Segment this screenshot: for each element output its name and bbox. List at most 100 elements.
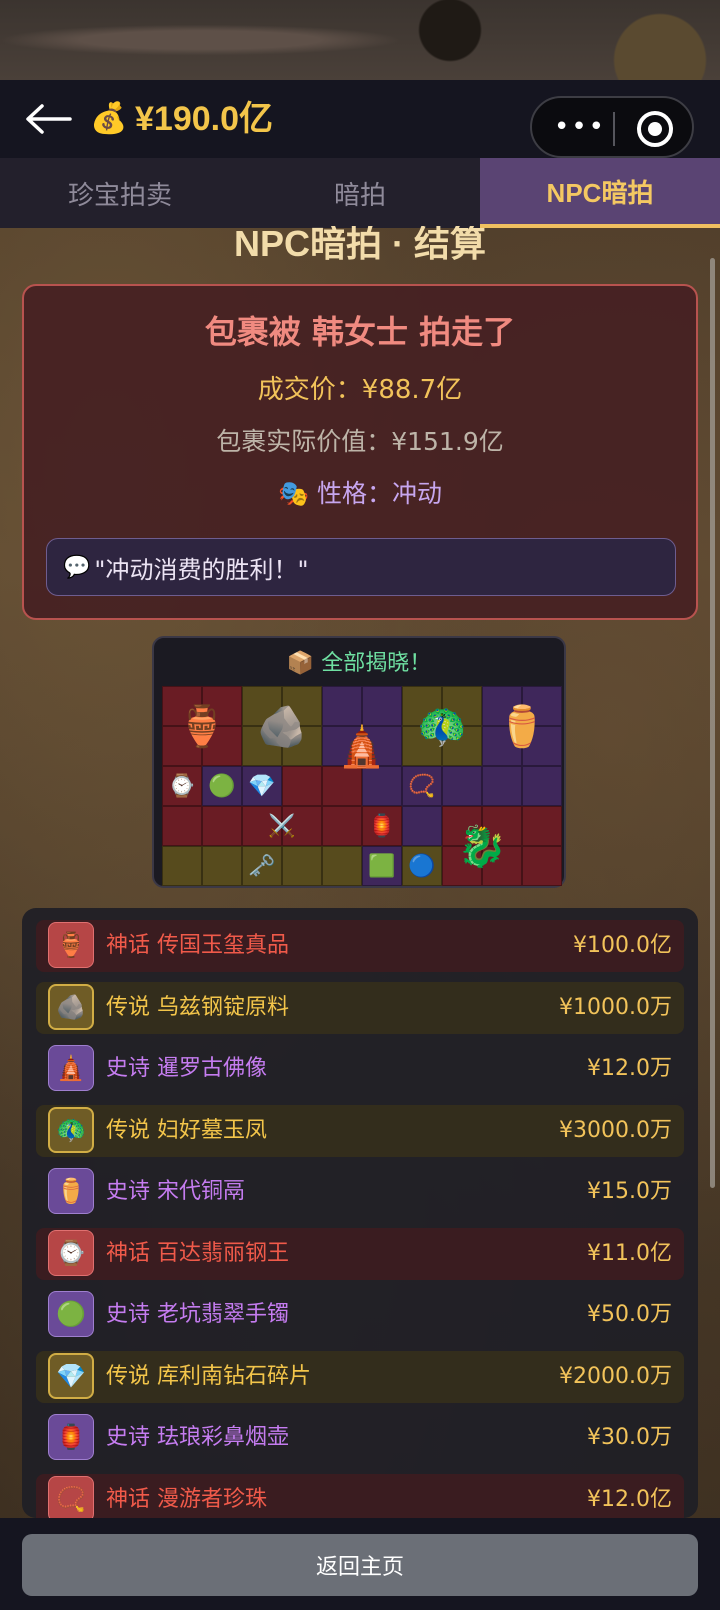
package-icon: 📦 [286,651,315,676]
money-bag-icon: 💰 [90,101,128,136]
item-name: 史诗 珐琅彩鼻烟壶 [106,1412,289,1464]
item-icon: 📿 [48,1475,94,1518]
item-rarity: 史诗 [106,1179,151,1204]
tab-bar: 珍宝拍卖 暗拍 NPC暗拍 [0,158,720,228]
top-background-photo [0,0,720,80]
grid-item-icon: 📿 [408,773,436,799]
grid-item-icon: 🐉 [457,823,507,870]
section-title-text: NPC暗拍 · 结算 [233,226,486,262]
list-item[interactable]: ⚱️ 史诗 宋代铜鬲 ¥15.0万 [36,1166,684,1218]
item-icon: 🛕 [48,1045,94,1091]
grid-item-icon: ⚔️ [268,813,296,839]
item-name: 神话 漫游者珍珠 [106,1474,267,1519]
money-balance: ¥190.0亿 [135,100,273,138]
grid-cell [402,806,442,846]
scrollbar[interactable] [710,258,715,1188]
grid-cell [162,846,202,886]
grid-item-icon: ⚱️ [497,703,547,750]
item-price: ¥3000.0万 [559,1117,672,1143]
arrow-left-icon[interactable] [24,102,72,136]
grid-item-icon: 🦚 [417,703,467,750]
tab-treasure-auction[interactable]: 珍宝拍卖 [0,158,240,228]
tab-blind-auction[interactable]: 暗拍 [240,158,480,228]
list-item[interactable]: 🪨 传说 乌兹钢锭原料 ¥1000.0万 [36,981,684,1034]
grid-item-icon: 🏺 [177,703,227,750]
list-item[interactable]: ⌚ 神话 百达翡丽钢王 ¥11.0亿 [36,1227,684,1280]
grid-cell [282,766,322,806]
item-icon: 🦚 [48,1106,94,1153]
item-rarity: 神话 [106,1486,151,1512]
item-title: 珐琅彩鼻烟壶 [157,1425,290,1450]
section-title: 🎭NPC暗拍 · 结算 [0,226,720,262]
grid-item-icon: 🗝️ [248,853,276,879]
list-item[interactable]: 🏮 史诗 珐琅彩鼻烟壶 ¥30.0万 [36,1412,684,1464]
more-icon[interactable]: ••• [554,114,606,140]
item-title: 乌兹钢锭原料 [157,994,290,1020]
grid-cell [522,766,562,806]
grid-item-icon: 💎 [248,773,276,799]
target-icon[interactable] [637,111,673,147]
reveal-title: 📦 全部揭晓！ [154,650,564,678]
item-list: 🏺 神话 传国玉玺真品 ¥100.0亿 🪨 传说 乌兹钢锭原料 ¥1000.0万 🛕 史诗 暹… [22,908,698,1518]
item-icon: ⌚ [48,1229,94,1276]
list-item[interactable]: 💎 传说 库利南钻石碎片 ¥2000.0万 [36,1350,684,1403]
item-price: ¥15.0万 [587,1179,672,1204]
deal-price: 成交价：¥88.7亿 [257,375,463,405]
reveal-title-text: 全部揭晓！ [321,651,432,676]
grid-cell [482,766,522,806]
item-title: 暹罗古佛像 [157,1056,268,1081]
return-home-button[interactable]: 返回主页 [22,1534,698,1596]
theater-mask-icon: 🎭 [277,479,310,508]
grid-cell [282,846,322,886]
item-price: ¥12.0亿 [587,1486,672,1512]
item-price: ¥50.0万 [587,1302,672,1327]
mini-program-capsule: ••• [530,96,694,158]
grid-item-icon: 🛕 [337,723,387,770]
result-card: 包裹被 韩女士 拍走了 成交价：¥88.7亿 包裹实际价值：¥151.9亿 🎭 … [22,284,698,620]
grid-item-icon: 🟢 [208,773,236,799]
item-rarity: 史诗 [106,1302,151,1327]
grid-cell [442,766,482,806]
item-name: 神话 传国玉玺真品 [106,920,289,972]
item-name: 史诗 老坑翡翠手镯 [106,1289,289,1341]
reveal-panel: 📦 全部揭晓！ 🏺 🪨 🛕 🦚 ⚱️ ⌚ 🟢 💎 📿 🏮 ⚔️ 🗝️ 🟩 🔵 🐉 [152,636,566,888]
item-name: 史诗 暹罗古佛像 [106,1043,267,1095]
grid-item-icon: ⌚ [168,773,196,799]
list-item[interactable]: 📿 神话 漫游者珍珠 ¥12.0亿 [36,1473,684,1519]
grid-item-icon: 🪨 [257,703,307,750]
grid-cell [322,806,362,846]
item-title: 妇好墓玉凤 [157,1117,268,1143]
item-rarity: 传说 [106,1363,151,1389]
speech-bubble-icon: 💬 [63,554,91,580]
tab-npc-blind-auction[interactable]: NPC暗拍 [480,158,720,228]
item-title: 漫游者珍珠 [157,1486,268,1512]
item-icon: 🏮 [48,1414,94,1460]
item-title: 宋代铜鬲 [157,1179,246,1204]
item-title: 传国玉玺真品 [157,933,290,958]
item-title: 库利南钻石碎片 [157,1363,312,1389]
item-rarity: 传说 [106,994,151,1020]
item-name: 传说 乌兹钢锭原料 [106,982,289,1034]
list-item[interactable]: 🦚 传说 妇好墓玉凤 ¥3000.0万 [36,1104,684,1157]
personality-text: 性格：冲动 [317,479,443,508]
list-item[interactable]: 🛕 史诗 暹罗古佛像 ¥12.0万 [36,1043,684,1095]
item-price: ¥100.0亿 [573,933,672,958]
item-title: 老坑翡翠手镯 [157,1302,290,1327]
quote-text: "冲动消费的胜利！" [94,555,309,584]
footer-bar: 返回主页 [0,1518,720,1610]
real-value: 包裹实际价值：¥151.9亿 [216,427,504,456]
grid-cell [162,806,202,846]
header-bar: 💰 ¥190.0亿 ••• [0,80,720,158]
item-name: 史诗 宋代铜鬲 [106,1166,245,1218]
grid-cell [202,846,242,886]
result-title: 包裹被 韩女士 拍走了 [204,313,516,351]
grid-cell [522,806,562,846]
list-item[interactable]: 🏺 神话 传国玉玺真品 ¥100.0亿 [36,920,684,972]
item-price: ¥11.0亿 [587,1240,672,1266]
capsule-divider [613,112,615,146]
item-icon: 🪨 [48,983,94,1030]
item-icon: 💎 [48,1352,94,1399]
list-item[interactable]: 🟢 史诗 老坑翡翠手镯 ¥50.0万 [36,1289,684,1341]
grid-cell [322,846,362,886]
item-rarity: 史诗 [106,1056,151,1081]
